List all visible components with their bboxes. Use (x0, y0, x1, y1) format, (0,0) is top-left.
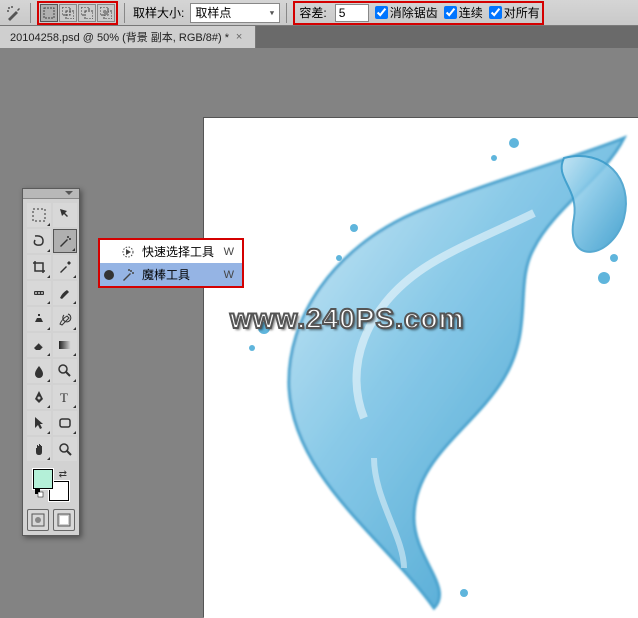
dodge-tool[interactable] (53, 359, 77, 383)
close-icon[interactable]: × (233, 31, 245, 43)
selection-new-button[interactable] (40, 4, 58, 22)
flyout-active-indicator (104, 247, 114, 257)
tool-panel-header[interactable] (23, 189, 79, 199)
lasso-tool[interactable] (27, 229, 51, 253)
shape-tool[interactable] (53, 411, 77, 435)
selection-add-button[interactable] (59, 4, 77, 22)
history-brush-tool[interactable] (53, 307, 77, 331)
reset-colors-icon[interactable] (35, 489, 45, 499)
tolerance-input[interactable] (335, 4, 369, 22)
flyout-shortcut: W (220, 269, 234, 281)
hand-tool[interactable] (27, 437, 51, 461)
document-canvas[interactable] (204, 118, 638, 618)
flyout-label: 魔棒工具 (142, 266, 214, 283)
sample-size-label: 取样大小: (133, 4, 184, 21)
document-tab[interactable]: 20104258.psd @ 50% (背景 副本, RGB/8#) * × (0, 25, 256, 48)
brush-tool[interactable] (53, 281, 77, 305)
current-tool-icon (4, 3, 24, 23)
tool-flyout-menu: 快速选择工具 W 魔棒工具 W (98, 238, 244, 288)
divider (124, 3, 125, 23)
zoom-tool[interactable] (53, 437, 77, 461)
spot-heal-tool[interactable] (27, 281, 51, 305)
divider (286, 3, 287, 23)
tolerance-label: 容差: (299, 4, 326, 21)
foreground-color-swatch[interactable] (33, 469, 53, 489)
flyout-shortcut: W (220, 246, 234, 258)
mask-mode-row (23, 505, 79, 535)
option-bar: 取样大小: 取样点 容差: 消除锯齿 连续 对所有 (0, 0, 638, 26)
blur-tool[interactable] (27, 359, 51, 383)
contiguous-checkbox[interactable]: 连续 (444, 4, 483, 21)
gradient-tool[interactable] (53, 333, 77, 357)
antialias-label: 消除锯齿 (390, 4, 438, 21)
workspace: www.240PS.com 快速选择工具 W 魔棒工具 W (0, 48, 638, 604)
all-layers-checkbox[interactable]: 对所有 (489, 4, 540, 21)
eraser-tool[interactable] (27, 333, 51, 357)
magic-wand-tool[interactable] (53, 229, 77, 253)
tool-panel: T ⇄ (22, 188, 80, 536)
marquee-tool[interactable] (27, 203, 51, 227)
sample-size-value: 取样点 (195, 4, 231, 21)
tolerance-options-group: 容差: 消除锯齿 连续 对所有 (293, 1, 543, 25)
type-tool[interactable]: T (53, 385, 77, 409)
quick-select-icon (120, 244, 136, 260)
document-tab-bar: 20104258.psd @ 50% (背景 副本, RGB/8#) * × (0, 26, 638, 48)
document-tab-title: 20104258.psd @ 50% (背景 副本, RGB/8#) * (10, 29, 229, 45)
flyout-label: 快速选择工具 (142, 243, 214, 260)
selection-mode-group (37, 1, 118, 25)
clone-stamp-tool[interactable] (27, 307, 51, 331)
quick-mask-button[interactable] (53, 509, 75, 531)
selection-subtract-button[interactable] (78, 4, 96, 22)
flyout-item-quick-select[interactable]: 快速选择工具 W (100, 240, 242, 263)
standard-mode-button[interactable] (27, 509, 49, 531)
sample-size-select[interactable]: 取样点 (190, 3, 280, 23)
path-select-tool[interactable] (27, 411, 51, 435)
move-tool[interactable] (53, 203, 77, 227)
water-splash-image (204, 118, 638, 618)
magic-wand-icon (120, 267, 136, 283)
contiguous-label: 连续 (459, 4, 483, 21)
tool-grid: T (23, 199, 79, 465)
watermark-text: www.240PS.com (230, 303, 465, 335)
pen-tool[interactable] (27, 385, 51, 409)
divider (30, 3, 31, 23)
flyout-active-indicator (104, 270, 114, 280)
eyedropper-tool[interactable] (53, 255, 77, 279)
svg-text:T: T (60, 390, 68, 405)
color-swatch-row: ⇄ (23, 465, 79, 505)
flyout-item-magic-wand[interactable]: 魔棒工具 W (100, 263, 242, 286)
all-layers-label: 对所有 (504, 4, 540, 21)
swap-colors-icon[interactable]: ⇄ (59, 469, 67, 480)
crop-tool[interactable] (27, 255, 51, 279)
selection-intersect-button[interactable] (97, 4, 115, 22)
antialias-checkbox[interactable]: 消除锯齿 (375, 4, 438, 21)
